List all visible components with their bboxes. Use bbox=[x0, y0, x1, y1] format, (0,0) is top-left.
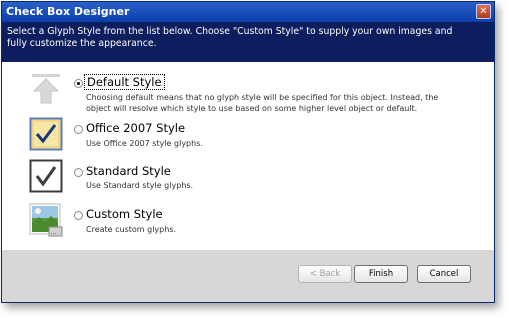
radio-office-2007-style[interactable] bbox=[74, 125, 83, 134]
radio-standard-style[interactable] bbox=[74, 168, 83, 177]
option-label[interactable]: Default Style bbox=[84, 74, 165, 90]
cancel-button[interactable]: Cancel bbox=[417, 265, 471, 283]
radio-custom-style[interactable] bbox=[74, 211, 83, 220]
option-label[interactable]: Standard Style bbox=[86, 164, 171, 178]
option-description: Create custom glyphs. bbox=[86, 225, 177, 234]
button-bar: < Back Finish Cancel bbox=[2, 250, 494, 302]
back-button[interactable]: < Back bbox=[298, 265, 352, 283]
option-standard-style[interactable]: Standard Style Use Standard style glyphs… bbox=[2, 159, 462, 199]
option-label[interactable]: Custom Style bbox=[86, 207, 163, 221]
close-button[interactable]: ✕ bbox=[476, 4, 491, 19]
radio-default-style[interactable] bbox=[74, 79, 83, 88]
title-bar[interactable]: Check Box Designer ✕ bbox=[2, 2, 494, 22]
option-description: Use Office 2007 style glyphs. bbox=[86, 139, 203, 148]
standard-checkbox-icon bbox=[29, 159, 63, 193]
check-box-designer-window: Check Box Designer ✕ Select a Glyph Styl… bbox=[1, 1, 495, 303]
option-label[interactable]: Office 2007 Style bbox=[86, 121, 185, 135]
instructions-header: Select a Glyph Style from the list below… bbox=[2, 22, 494, 62]
office-2007-checkbox-icon bbox=[29, 117, 63, 151]
instructions-text: Select a Glyph Style from the list below… bbox=[7, 26, 453, 49]
finish-button[interactable]: Finish bbox=[354, 265, 408, 283]
glyph-style-list: Default Style Choosing default means tha… bbox=[2, 62, 494, 250]
svg-text:...: ... bbox=[51, 229, 57, 236]
custom-image-icon: ... bbox=[29, 203, 63, 237]
window-title: Check Box Designer bbox=[6, 5, 130, 18]
up-arrow-icon bbox=[29, 71, 63, 105]
option-description: Use Standard style glyphs. bbox=[86, 181, 194, 190]
option-default-style[interactable]: Default Style Choosing default means tha… bbox=[2, 70, 462, 113]
option-office-2007-style[interactable]: Office 2007 Style Use Office 2007 style … bbox=[2, 117, 462, 157]
option-custom-style[interactable]: ... Custom Style Create custom glyphs. bbox=[2, 203, 462, 243]
option-description: Choosing default means that no glyph sty… bbox=[86, 93, 439, 113]
